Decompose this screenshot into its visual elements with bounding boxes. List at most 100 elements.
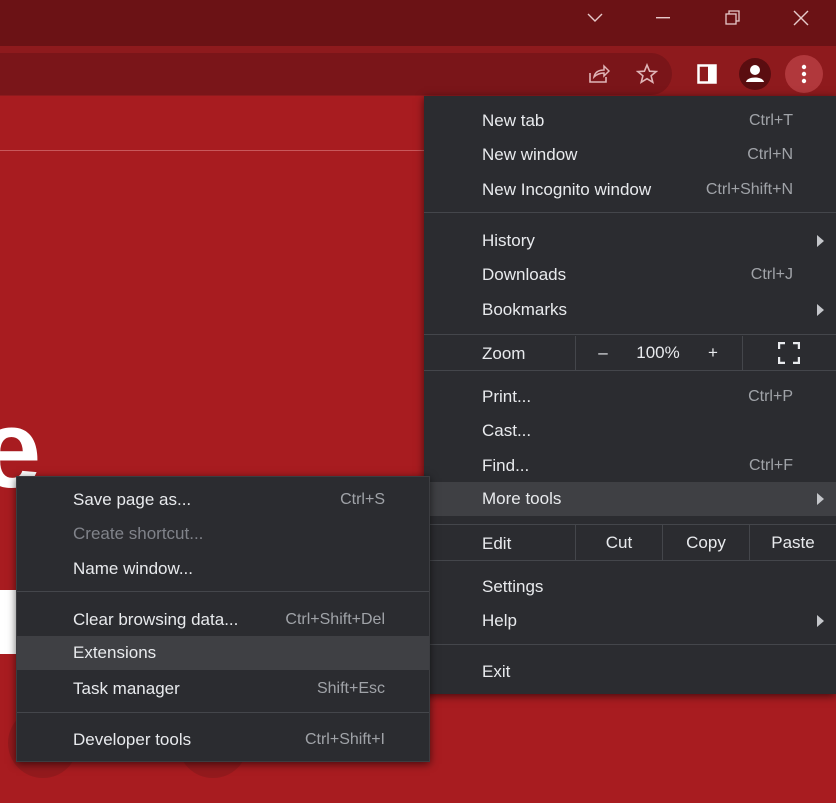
zoom-level: 100%	[624, 338, 692, 368]
menu-separator	[424, 334, 836, 335]
menu-item-new-tab[interactable]: New tab Ctrl+T	[424, 104, 836, 138]
paste-button[interactable]: Paste	[750, 526, 836, 560]
submenu-arrow-icon	[817, 493, 824, 505]
menu-item-label: Save page as...	[73, 490, 192, 509]
chrome-menu-button[interactable]	[785, 55, 823, 93]
menu-item-print[interactable]: Print... Ctrl+P	[424, 380, 836, 414]
title-bar	[0, 0, 836, 46]
menu-separator	[17, 712, 429, 713]
zoom-divider	[742, 336, 743, 370]
zoom-in-button[interactable]: +	[694, 338, 732, 368]
submenu-item-name-window[interactable]: Name window...	[17, 552, 429, 586]
menu-item-settings[interactable]: Settings	[424, 570, 836, 604]
menu-item-label: Print...	[482, 387, 532, 406]
menu-item-find[interactable]: Find... Ctrl+F	[424, 449, 836, 483]
submenu-item-extensions[interactable]: Extensions	[17, 636, 429, 670]
restore-icon	[725, 10, 740, 25]
menu-item-exit[interactable]: Exit	[424, 655, 836, 689]
menu-separator	[424, 644, 836, 645]
menu-item-label: Settings	[482, 577, 544, 596]
menu-separator	[424, 370, 836, 371]
close-icon	[793, 10, 809, 26]
tab-search-button[interactable]	[572, 0, 618, 36]
more-tools-submenu: Save page as... Ctrl+S Create shortcut..…	[16, 476, 430, 762]
kebab-menu-icon	[801, 64, 807, 84]
menu-item-more-tools[interactable]: More tools	[424, 482, 836, 516]
menu-item-new-incognito[interactable]: New Incognito window Ctrl+Shift+N	[424, 173, 836, 207]
minimize-icon	[656, 17, 670, 19]
submenu-item-developer-tools[interactable]: Developer tools Ctrl+Shift+I	[17, 723, 429, 757]
side-panel-button[interactable]	[691, 58, 723, 90]
address-bar[interactable]	[0, 53, 672, 95]
zoom-label: Zoom	[482, 344, 526, 363]
close-button[interactable]	[778, 0, 824, 36]
zoom-divider	[575, 336, 576, 370]
chrome-main-menu: New tab Ctrl+T New window Ctrl+N New Inc…	[424, 96, 836, 694]
menu-item-label: Help	[482, 611, 517, 630]
menu-item-label: Developer tools	[73, 730, 192, 749]
menu-item-downloads[interactable]: Downloads Ctrl+J	[424, 258, 836, 292]
menu-item-label: Exit	[482, 662, 511, 681]
profile-button[interactable]	[739, 58, 771, 90]
cut-label: Cut	[605, 533, 633, 552]
menu-item-shortcut: Shift+Esc	[316, 680, 385, 697]
zoom-value: 100%	[636, 343, 680, 362]
submenu-arrow-icon	[817, 615, 824, 627]
menu-separator	[17, 591, 429, 592]
menu-separator	[424, 560, 836, 561]
minimize-button[interactable]	[640, 0, 686, 36]
submenu-item-task-manager[interactable]: Task manager Shift+Esc	[17, 672, 429, 706]
menu-item-label: Task manager	[73, 679, 180, 698]
menu-item-label: Clear browsing data...	[73, 610, 239, 629]
submenu-item-clear-browsing-data[interactable]: Clear browsing data... Ctrl+Shift+Del	[17, 603, 429, 637]
zoom-out-label: –	[598, 343, 608, 362]
paste-label: Paste	[771, 533, 815, 552]
menu-item-label: History	[482, 231, 535, 250]
fullscreen-button[interactable]	[764, 337, 814, 369]
menu-item-shortcut: Ctrl+S	[340, 491, 385, 508]
menu-item-label: Cast...	[482, 421, 532, 440]
menu-item-label: New tab	[482, 111, 545, 130]
zoom-out-button[interactable]: –	[584, 338, 622, 368]
menu-item-label: New window	[482, 145, 578, 164]
menu-separator	[424, 212, 836, 213]
menu-item-label: Name window...	[73, 559, 193, 578]
menu-item-new-window[interactable]: New window Ctrl+N	[424, 138, 836, 172]
copy-button[interactable]: Copy	[663, 526, 749, 560]
chevron-down-icon	[587, 13, 603, 22]
copy-label: Copy	[686, 533, 726, 552]
side-panel-icon	[697, 64, 717, 84]
menu-item-help[interactable]: Help	[424, 604, 836, 638]
menu-item-label: New Incognito window	[482, 180, 652, 199]
menu-item-history[interactable]: History	[424, 224, 836, 258]
menu-item-label: Extensions	[73, 643, 157, 662]
menu-item-label: Create shortcut...	[73, 524, 204, 543]
menu-separator	[424, 524, 836, 525]
page-divider	[0, 150, 424, 151]
zoom-in-label: +	[708, 343, 718, 362]
bookmark-star-button[interactable]	[631, 58, 663, 90]
menu-item-shortcut: Ctrl+J	[750, 266, 793, 283]
menu-item-label: Downloads	[482, 265, 567, 284]
star-icon	[636, 63, 658, 85]
fullscreen-icon	[778, 342, 800, 364]
menu-item-label: Bookmarks	[482, 300, 568, 319]
submenu-item-create-shortcut: Create shortcut...	[17, 517, 429, 551]
menu-item-shortcut: Ctrl+Shift+Del	[285, 611, 385, 628]
cut-button[interactable]: Cut	[576, 526, 662, 560]
restore-button[interactable]	[710, 0, 756, 36]
menu-item-label: Find...	[482, 456, 530, 475]
menu-item-cast[interactable]: Cast...	[424, 414, 836, 448]
menu-item-label: More tools	[482, 489, 562, 508]
menu-item-shortcut: Ctrl+N	[747, 146, 793, 163]
share-button[interactable]	[583, 58, 615, 90]
menu-item-shortcut: Ctrl+Shift+I	[304, 731, 385, 748]
submenu-arrow-icon	[817, 235, 824, 247]
menu-item-shortcut: Ctrl+F	[749, 457, 793, 474]
submenu-item-save-page[interactable]: Save page as... Ctrl+S	[17, 483, 429, 517]
submenu-arrow-icon	[817, 304, 824, 316]
menu-item-shortcut: Ctrl+T	[749, 112, 793, 129]
menu-item-bookmarks[interactable]: Bookmarks	[424, 293, 836, 327]
edit-label: Edit	[482, 534, 512, 553]
menu-item-shortcut: Ctrl+P	[748, 388, 793, 405]
